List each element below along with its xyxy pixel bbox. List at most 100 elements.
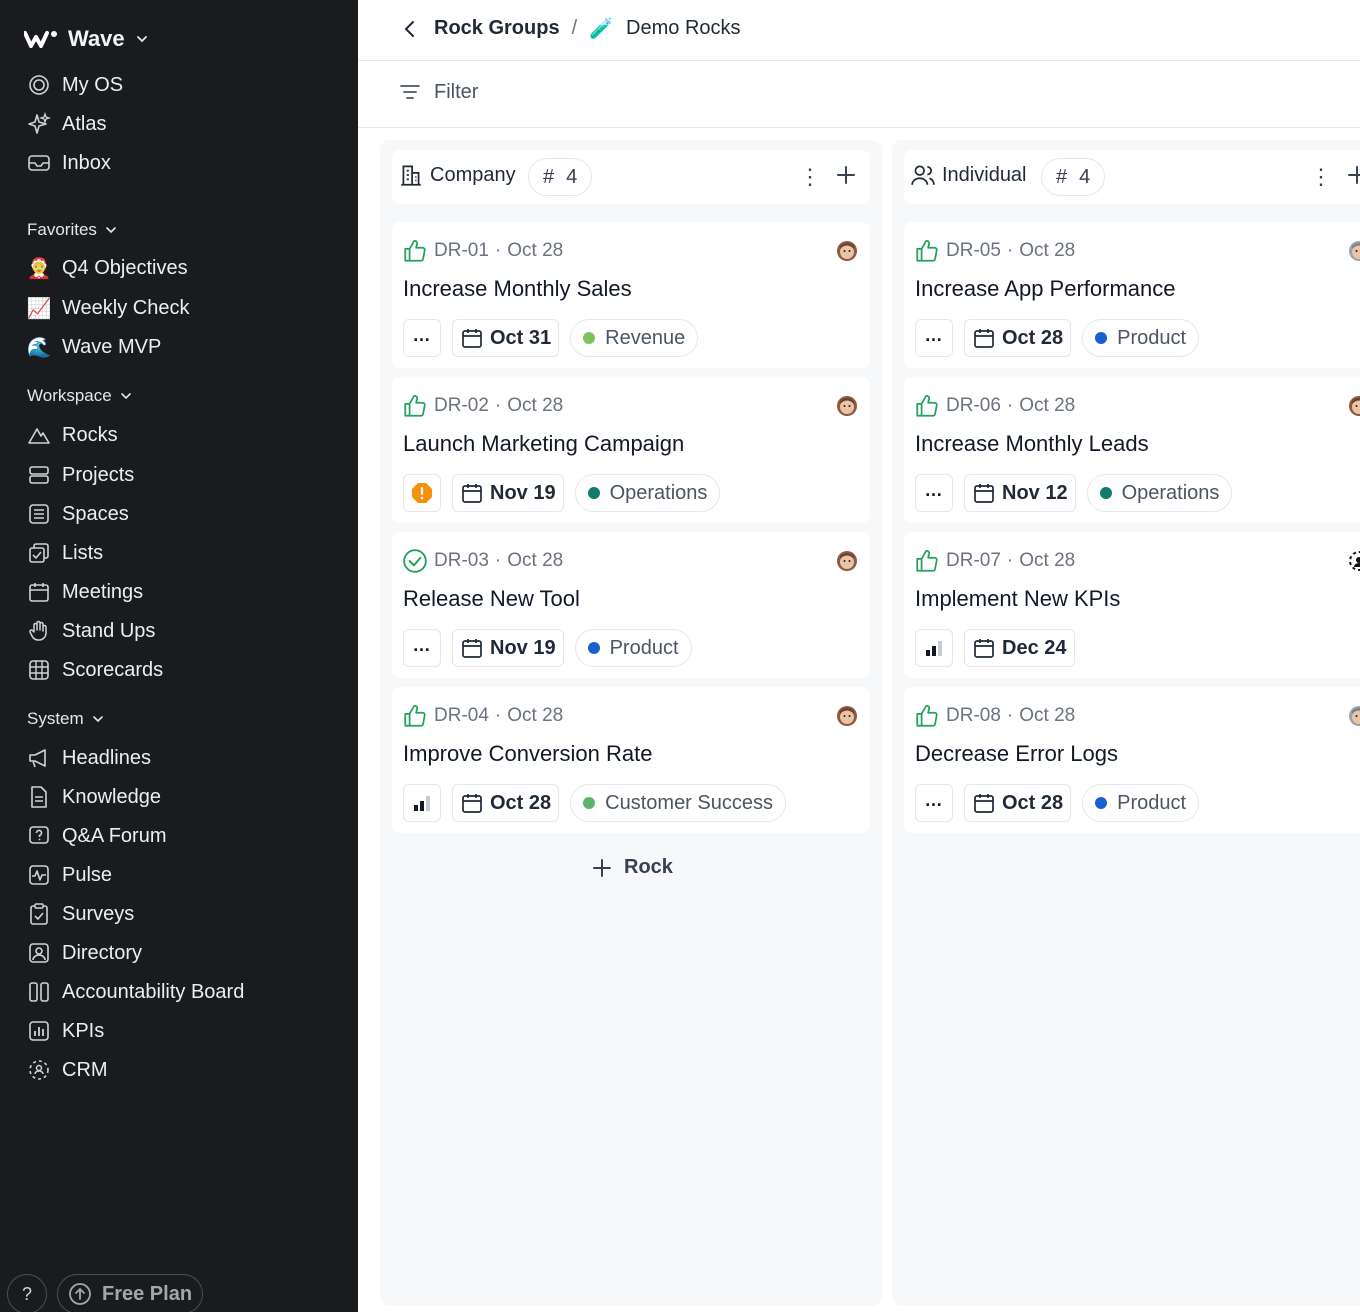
- avatar[interactable]: [1348, 705, 1360, 727]
- rock-card[interactable]: DR-06 · Oct 28 Increase Monthly Leads … …: [904, 377, 1360, 523]
- nav-rocks[interactable]: Rocks: [26, 420, 118, 450]
- question-bubble-icon: [26, 823, 52, 849]
- nav-pulse[interactable]: Pulse: [26, 860, 112, 890]
- tag-label: Product: [1117, 326, 1187, 349]
- rock-card[interactable]: DR-08 · Oct 28 Decrease Error Logs … Oct…: [904, 687, 1360, 833]
- column-more-icon[interactable]: ⋮: [798, 164, 822, 190]
- nav-stand-ups[interactable]: Stand Ups: [26, 616, 155, 646]
- more-button[interactable]: …: [915, 474, 953, 512]
- due-date-chip[interactable]: Oct 28: [964, 319, 1072, 357]
- due-date-chip[interactable]: Oct 31: [452, 319, 560, 357]
- favorite-weekly-check[interactable]: 📈 Weekly Check: [26, 293, 190, 323]
- signal-bars-icon: [414, 796, 430, 811]
- nav-spaces[interactable]: Spaces: [26, 499, 129, 529]
- priority-button[interactable]: [915, 629, 953, 667]
- tag-chip[interactable]: Operations: [574, 474, 721, 512]
- rock-card[interactable]: DR-04 · Oct 28 Improve Conversion Rate O…: [392, 687, 870, 833]
- nav-accountability-board[interactable]: Accountability Board: [26, 977, 244, 1007]
- calendar-icon: [974, 329, 994, 348]
- nav-inbox[interactable]: Inbox: [26, 148, 111, 178]
- more-button[interactable]: …: [403, 629, 441, 667]
- nav-meetings[interactable]: Meetings: [26, 577, 143, 607]
- tag-chip[interactable]: Product: [1082, 319, 1200, 357]
- nav-lists[interactable]: Lists: [26, 538, 103, 568]
- workspace-switcher[interactable]: Wave: [24, 24, 149, 54]
- help-button[interactable]: ?: [7, 1274, 47, 1312]
- nav-surveys[interactable]: Surveys: [26, 899, 134, 929]
- avatar[interactable]: [1348, 240, 1360, 262]
- nav-label: Inbox: [62, 151, 111, 174]
- calendar-icon: [462, 794, 482, 813]
- nav-headlines[interactable]: Headlines: [26, 743, 151, 773]
- rock-card[interactable]: DR-07 · Oct 28 Implement New KPIs Dec 24: [904, 532, 1360, 678]
- filter-button[interactable]: Filter: [398, 80, 478, 104]
- nav-kpis[interactable]: KPIs: [26, 1016, 104, 1046]
- rock-card[interactable]: DR-01 · Oct 28 Increase Monthly Sales … …: [392, 222, 870, 368]
- card-title[interactable]: Release New Tool: [403, 586, 580, 612]
- team-avatar[interactable]: [1348, 550, 1360, 572]
- more-button[interactable]: …: [915, 784, 953, 822]
- warning-button[interactable]: [403, 474, 441, 512]
- card-title[interactable]: Launch Marketing Campaign: [403, 431, 684, 457]
- column-header: Company # 4 ⋮: [392, 150, 870, 204]
- avatar[interactable]: [836, 705, 858, 727]
- more-button[interactable]: …: [915, 319, 953, 357]
- column-add-button[interactable]: [831, 160, 861, 190]
- more-button[interactable]: …: [403, 319, 441, 357]
- card-title[interactable]: Increase Monthly Sales: [403, 276, 632, 302]
- rock-card[interactable]: DR-03 · Oct 28 Release New Tool … Nov 19…: [392, 532, 870, 678]
- nav-scorecards[interactable]: Scorecards: [26, 655, 163, 685]
- tag-chip[interactable]: Product: [574, 629, 692, 667]
- workspace-section-header[interactable]: Workspace: [27, 386, 132, 406]
- card-date: Oct 28: [1019, 705, 1076, 726]
- card-title[interactable]: Improve Conversion Rate: [403, 741, 652, 767]
- system-section-header[interactable]: System: [27, 709, 104, 729]
- tag-chip[interactable]: Product: [1082, 784, 1200, 822]
- due-date-chip[interactable]: Nov 19: [452, 474, 564, 512]
- due-date-chip[interactable]: Oct 28: [452, 784, 560, 822]
- column-add-button[interactable]: [1342, 160, 1360, 190]
- thumbs-up-icon: [916, 395, 938, 417]
- nav-crm[interactable]: CRM: [26, 1055, 108, 1085]
- priority-button[interactable]: [403, 784, 441, 822]
- due-date-chip[interactable]: Nov 12: [964, 474, 1076, 512]
- chevron-down-icon: [120, 393, 131, 400]
- nav-projects[interactable]: Projects: [26, 460, 134, 490]
- card-title[interactable]: Decrease Error Logs: [915, 741, 1118, 767]
- avatar[interactable]: [836, 395, 858, 417]
- card-title[interactable]: Increase Monthly Leads: [915, 431, 1149, 457]
- card-actions: … Oct 28 Product: [915, 319, 1200, 357]
- nav-atlas[interactable]: Atlas: [26, 109, 106, 139]
- due-date-chip[interactable]: Dec 24: [964, 629, 1075, 667]
- nav-knowledge[interactable]: Knowledge: [26, 782, 161, 812]
- nav-my-os[interactable]: My OS: [26, 70, 123, 100]
- column-more-icon[interactable]: ⋮: [1309, 164, 1333, 190]
- add-rock-button[interactable]: Rock: [592, 856, 673, 879]
- due-date-chip[interactable]: Oct 28: [964, 784, 1072, 822]
- card-title[interactable]: Implement New KPIs: [915, 586, 1120, 612]
- avatar[interactable]: [836, 240, 858, 262]
- nav-label: KPIs: [62, 1019, 105, 1042]
- due-date-chip[interactable]: Nov 19: [452, 629, 564, 667]
- favorite-q4-objectives[interactable]: 🤶 Q4 Objectives: [26, 253, 188, 283]
- avatar[interactable]: [1348, 395, 1360, 417]
- tag-chip[interactable]: Revenue: [570, 319, 699, 357]
- rock-card[interactable]: DR-02 · Oct 28 Launch Marketing Campaign…: [392, 377, 870, 523]
- rock-card[interactable]: DR-05 · Oct 28 Increase App Performance …: [904, 222, 1360, 368]
- back-chevron-icon[interactable]: [398, 17, 422, 41]
- free-plan-button[interactable]: Free Plan: [57, 1274, 204, 1312]
- card-id: DR-03: [434, 550, 489, 571]
- count-value: 4: [566, 165, 578, 188]
- favorite-wave-mvp[interactable]: 🌊 Wave MVP: [26, 332, 162, 362]
- tag-label: Revenue: [605, 326, 686, 349]
- avatar[interactable]: [836, 550, 858, 572]
- tag-chip[interactable]: Customer Success: [570, 784, 786, 822]
- card-title[interactable]: Increase App Performance: [915, 276, 1175, 302]
- sparkle-icon: [26, 111, 52, 137]
- breadcrumb-parent[interactable]: Rock Groups: [434, 17, 560, 40]
- favorites-section-header[interactable]: Favorites: [27, 220, 117, 240]
- nav-directory[interactable]: Directory: [26, 938, 142, 968]
- card-id: DR-04: [434, 705, 489, 726]
- tag-chip[interactable]: Operations: [1086, 474, 1233, 512]
- nav-qa-forum[interactable]: Q&A Forum: [26, 821, 166, 851]
